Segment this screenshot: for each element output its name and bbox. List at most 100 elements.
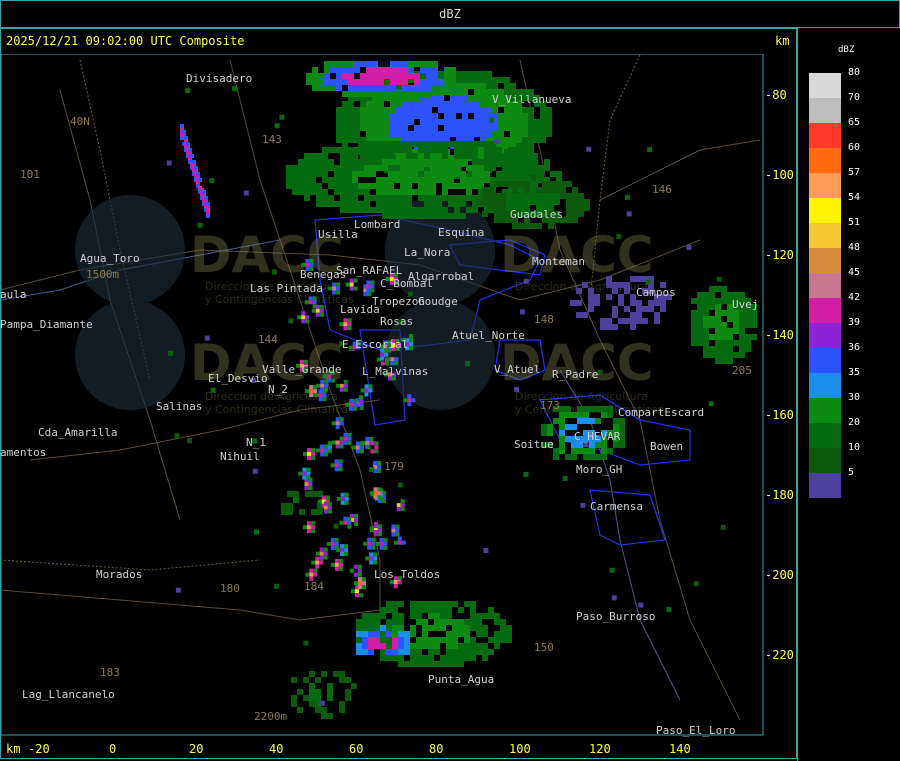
echo-cell xyxy=(721,346,727,352)
echo-cell xyxy=(428,649,434,655)
echo-cell xyxy=(297,315,302,320)
echo-cell xyxy=(334,541,339,546)
echo-cell xyxy=(559,412,565,418)
echo-cell xyxy=(452,643,458,649)
echo-cell xyxy=(342,101,348,107)
echo-cell xyxy=(340,552,345,557)
echo-cell xyxy=(456,101,462,107)
echo-cell xyxy=(343,520,348,525)
echo-cell xyxy=(310,159,316,165)
echo-cell xyxy=(184,136,188,140)
echo-cell xyxy=(601,406,607,412)
echo-cell xyxy=(612,306,618,312)
echo-cell xyxy=(418,183,424,189)
echo-cell xyxy=(456,71,462,77)
place-label: Carmensa xyxy=(590,500,643,513)
echo-cell xyxy=(377,524,382,529)
x-tick-label: 80 xyxy=(429,742,444,756)
echo-cell xyxy=(484,147,490,153)
place-label: 183 xyxy=(100,666,120,679)
echo-cell xyxy=(526,159,532,165)
echo-cell xyxy=(382,195,388,201)
echo-cell xyxy=(434,619,440,625)
echo-cell xyxy=(352,177,358,183)
echo-cell xyxy=(358,585,363,590)
echo-cell xyxy=(482,211,488,217)
echo-cell xyxy=(382,153,388,159)
echo-cell xyxy=(360,113,366,119)
echo-cell xyxy=(546,113,552,119)
echo-cell xyxy=(340,189,346,195)
echo-cell xyxy=(528,137,534,143)
echo-cell xyxy=(388,147,394,153)
echo-cell xyxy=(398,625,404,631)
echo-cell xyxy=(340,544,345,549)
echo-cell xyxy=(470,607,476,613)
echo-cell xyxy=(751,316,757,322)
echo-cell xyxy=(721,358,727,364)
echo-cell xyxy=(407,402,412,407)
echo-cell xyxy=(476,631,482,637)
echo-cell xyxy=(324,448,329,453)
echo-cell xyxy=(334,467,339,472)
echo-cell xyxy=(243,190,249,196)
echo-cell xyxy=(691,322,697,328)
echo-cell xyxy=(446,619,452,625)
echo-cell xyxy=(472,153,478,159)
echo-cell xyxy=(392,601,398,607)
x-tick-label: -20 xyxy=(28,742,50,756)
echo-cell xyxy=(478,165,484,171)
echo-cell xyxy=(630,318,636,324)
echo-cell xyxy=(600,324,606,330)
echo-cell xyxy=(450,89,456,95)
echo-cell xyxy=(309,262,314,267)
echo-cell xyxy=(352,153,358,159)
echo-cell xyxy=(360,107,366,113)
echo-cell xyxy=(306,467,311,472)
echo-cell xyxy=(370,280,375,285)
echo-cell xyxy=(186,142,190,146)
echo-cell xyxy=(366,113,372,119)
echo-cell xyxy=(320,452,325,457)
echo-cell xyxy=(374,643,380,649)
echo-cell xyxy=(198,178,202,182)
echo-cell xyxy=(739,328,745,334)
echo-cell xyxy=(336,496,341,501)
echo-cell xyxy=(480,119,486,125)
echo-cell xyxy=(396,67,402,73)
echo-cell xyxy=(310,521,315,526)
echo-cell xyxy=(340,159,346,165)
echo-cell xyxy=(364,207,370,213)
echo-cell xyxy=(302,475,307,480)
echo-cell xyxy=(338,459,343,464)
echo-cell xyxy=(304,189,310,195)
echo-cell xyxy=(703,310,709,316)
echo-cell xyxy=(369,436,374,441)
echo-cell xyxy=(432,119,438,125)
place-label: Punta_Agua xyxy=(428,673,494,686)
echo-cell xyxy=(589,448,595,454)
place-label: aula xyxy=(0,288,27,301)
place-label: Esquina xyxy=(438,226,484,239)
echo-cell xyxy=(703,352,709,358)
echo-cell xyxy=(464,631,470,637)
place-label: 1500m xyxy=(86,268,119,281)
echo-cell xyxy=(442,171,448,177)
echo-cell xyxy=(502,171,508,177)
radar-map[interactable]: DACC DACC DACC DACC Direccion de Agricul… xyxy=(0,0,900,761)
echo-cell xyxy=(299,509,305,515)
echo-cell xyxy=(691,340,697,346)
echo-cell xyxy=(346,189,352,195)
echo-cell xyxy=(298,189,304,195)
echo-cell xyxy=(434,613,440,619)
echo-cell xyxy=(456,77,462,83)
echo-cell xyxy=(319,560,324,565)
echo-cell xyxy=(351,683,357,689)
echo-cell xyxy=(319,308,324,313)
echo-cell xyxy=(472,177,478,183)
echo-cell xyxy=(363,541,368,546)
echo-cell xyxy=(298,165,304,171)
echo-cell xyxy=(310,153,316,159)
echo-cell xyxy=(546,107,552,113)
echo-cell xyxy=(378,125,384,131)
